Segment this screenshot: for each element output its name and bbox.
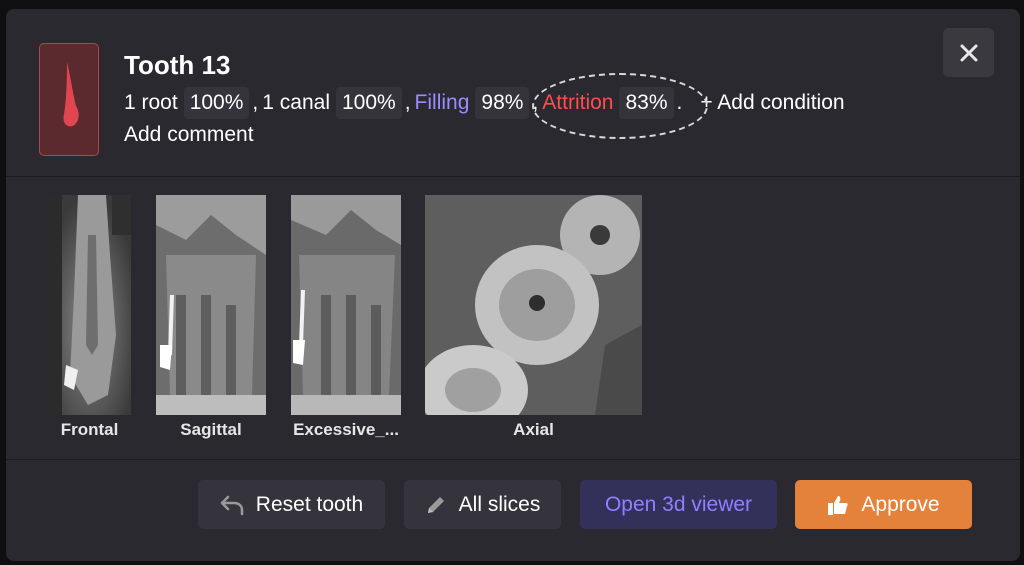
condition-attrition-group: Attrition 83% . <box>532 73 709 139</box>
condition-root-percent[interactable]: 100% <box>183 87 250 119</box>
slice-frontal-label: Frontal <box>60 420 119 439</box>
add-condition-link[interactable]: + Add condition <box>700 91 844 115</box>
separator: , <box>404 91 411 114</box>
slice-axial-label: Axial <box>513 420 554 439</box>
reset-tooth-label: Reset tooth <box>255 492 364 516</box>
slice-excessive-image[interactable] <box>291 195 401 415</box>
approve-label: Approve <box>861 492 940 516</box>
condition-canal-percent[interactable]: 100% <box>335 87 402 119</box>
close-button[interactable] <box>943 28 994 77</box>
close-icon <box>960 44 977 61</box>
divider <box>6 459 1020 460</box>
undo-icon <box>220 494 244 516</box>
divider <box>6 176 1020 177</box>
slice-sagittal-image[interactable] <box>156 195 266 415</box>
slice-frontal-image[interactable] <box>48 195 131 415</box>
all-slices-label: All slices <box>458 492 541 516</box>
all-slices-button[interactable]: All slices <box>404 480 561 529</box>
conditions-list: 1 root 100% , 1 canal 100% , Filling 98%… <box>124 73 845 139</box>
slice-sagittal-label: Sagittal <box>180 420 242 439</box>
add-comment-link[interactable]: Add comment <box>124 123 254 147</box>
condition-filling-percent[interactable]: 98% <box>475 87 530 119</box>
open-3d-viewer-button[interactable]: Open 3d viewer <box>580 480 777 529</box>
open-3d-viewer-label: Open 3d viewer <box>604 492 753 516</box>
reset-tooth-button[interactable]: Reset tooth <box>198 480 385 529</box>
condition-root[interactable]: 1 root <box>124 91 178 115</box>
tooth-icon <box>39 43 99 156</box>
approve-button[interactable]: Approve <box>795 480 972 529</box>
slice-excessive-label: Excessive_... <box>293 420 399 439</box>
slice-axial-image[interactable] <box>425 195 642 415</box>
highlight-ring <box>532 73 709 139</box>
pencil-icon <box>425 494 447 516</box>
condition-canal[interactable]: 1 canal <box>262 91 330 115</box>
condition-filling[interactable]: Filling <box>415 91 470 115</box>
tooth-dialog: Tooth 13 1 root 100% , 1 canal 100% , Fi… <box>6 9 1020 561</box>
separator: , <box>252 91 259 114</box>
thumbs-up-icon <box>827 494 849 516</box>
tooth-title: Tooth 13 <box>124 50 231 80</box>
